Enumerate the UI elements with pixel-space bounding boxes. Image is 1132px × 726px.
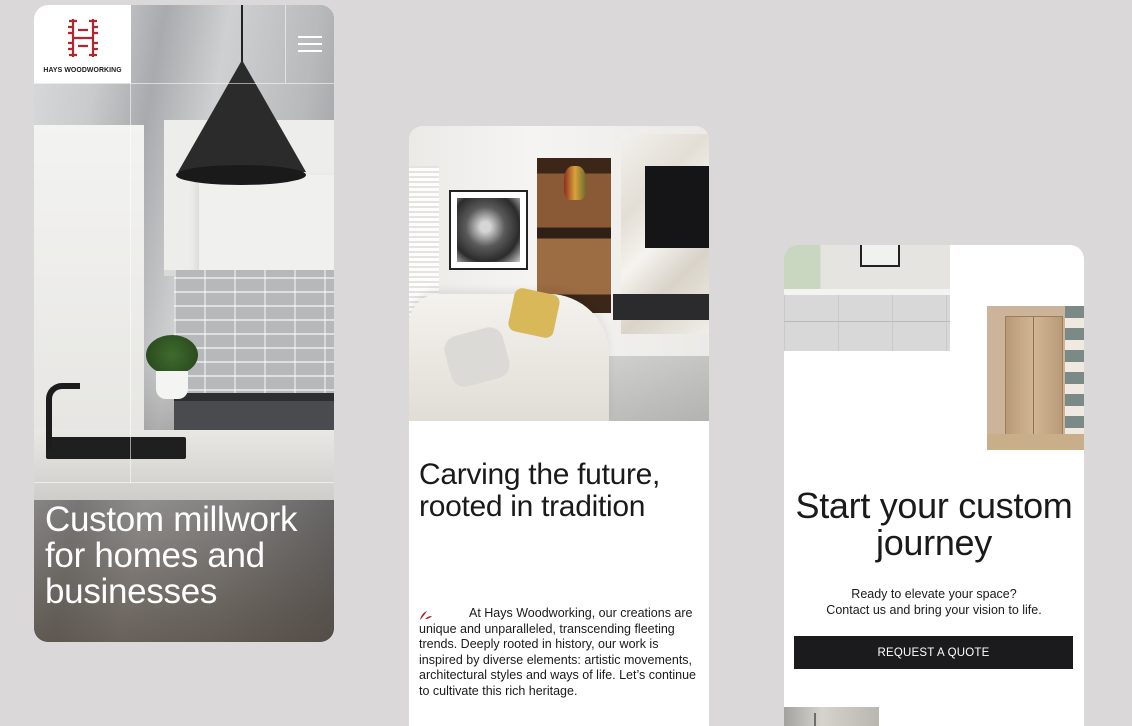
hays-h-logo-icon	[67, 18, 98, 57]
brand-name: HAYS WOODWORKING	[43, 64, 122, 74]
hero-screen: HAYS WOODWORKING Custom millwork for hom…	[34, 5, 334, 642]
vanity-photo	[784, 245, 950, 351]
brand-logo[interactable]: HAYS WOODWORKING	[34, 5, 131, 83]
cta-subtext: Ready to elevate your space? Contact us …	[784, 586, 1084, 618]
cabinetry-photo	[987, 306, 1084, 450]
about-headline: Carving the future, rooted in tradition	[419, 458, 661, 523]
cta-headline: Start your custom journey	[795, 485, 1073, 563]
request-quote-button[interactable]: REQUEST A QUOTE	[794, 636, 1073, 669]
interior-photo-partial	[784, 707, 879, 726]
about-screen: Carving the future, rooted in tradition …	[409, 126, 709, 726]
hamburger-menu-icon[interactable]	[296, 33, 322, 55]
about-body-text: At Hays Woodworking, our creations are u…	[419, 606, 696, 698]
cta-screen: Start your custom journey Ready to eleva…	[784, 245, 1084, 726]
cta-subtext-line-1: Ready to elevate your space?	[851, 587, 1017, 601]
living-room-photo	[409, 126, 709, 421]
cta-subtext-line-2: Contact us and bring your vision to life…	[826, 603, 1042, 617]
hero-headline: Custom millwork for homes and businesses	[45, 500, 298, 611]
